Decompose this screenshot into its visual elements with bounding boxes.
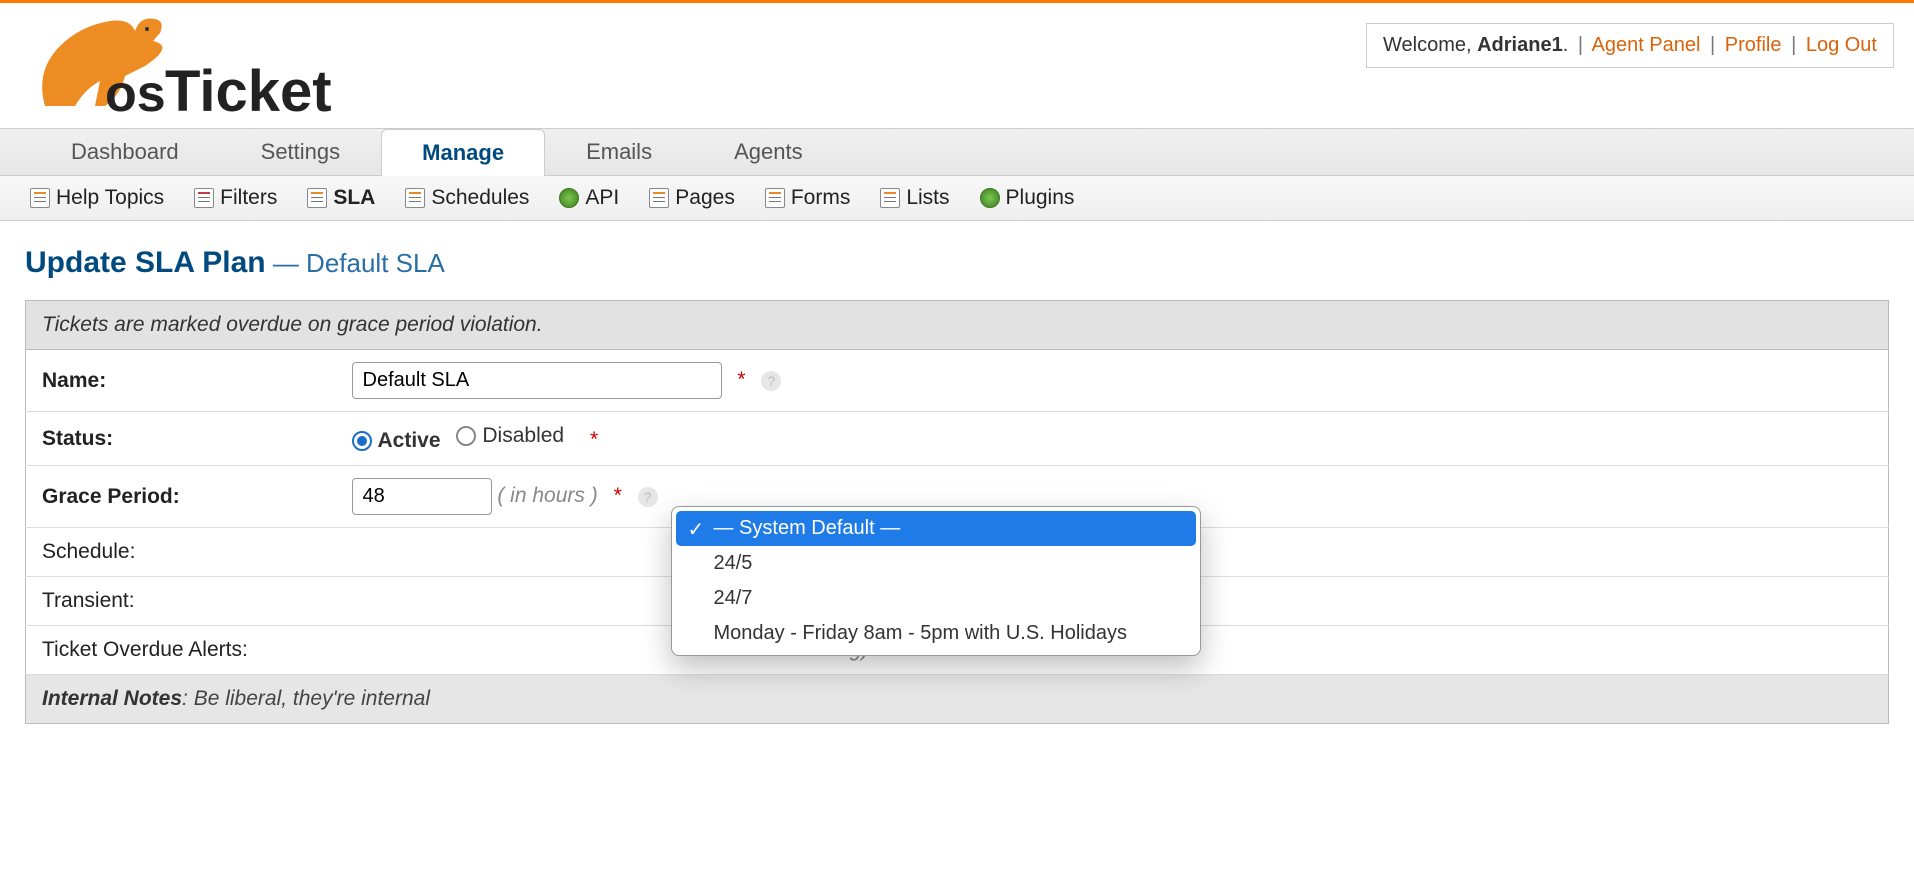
schedule-dropdown[interactable]: — System Default — 24/5 24/7 Monday - Fr… bbox=[671, 506, 1201, 656]
lists-icon bbox=[880, 188, 900, 208]
overdue-label: Ticket Overdue Alerts: bbox=[26, 626, 336, 675]
subnav-api[interactable]: API bbox=[559, 186, 619, 210]
sla-icon bbox=[307, 188, 327, 208]
filter-icon bbox=[194, 188, 214, 208]
header: os Ticket Welcome, Adriane1. | Agent Pan… bbox=[0, 3, 1914, 128]
logout-link[interactable]: Log Out bbox=[1806, 34, 1877, 56]
svg-text:Ticket: Ticket bbox=[165, 59, 332, 121]
name-label: Name: bbox=[26, 350, 336, 412]
schedule-option-mon-fri[interactable]: Monday - Friday 8am - 5pm with U.S. Holi… bbox=[676, 616, 1196, 651]
row-internal-notes-header: Internal Notes: Be liberal, they're inte… bbox=[26, 675, 1889, 724]
section-header: Tickets are marked overdue on grace peri… bbox=[26, 301, 1889, 350]
api-icon bbox=[559, 188, 579, 208]
subnav-help-topics[interactable]: Help Topics bbox=[30, 186, 164, 210]
welcome-text: Welcome, Adriane1. bbox=[1383, 34, 1568, 56]
grace-input[interactable] bbox=[352, 478, 492, 515]
main-nav: Dashboard Settings Manage Emails Agents bbox=[0, 128, 1914, 176]
subnav-schedules[interactable]: Schedules bbox=[405, 186, 529, 210]
plugins-icon bbox=[980, 188, 1000, 208]
status-disabled-radio[interactable]: Disabled bbox=[456, 424, 564, 448]
page-icon bbox=[30, 188, 50, 208]
tab-emails[interactable]: Emails bbox=[545, 128, 693, 175]
tab-dashboard[interactable]: Dashboard bbox=[30, 128, 220, 175]
schedule-option-24-5[interactable]: 24/5 bbox=[676, 546, 1196, 581]
required-asterisk: * bbox=[604, 484, 622, 507]
user-bar: Welcome, Adriane1. | Agent Panel | Profi… bbox=[1366, 23, 1894, 68]
row-name: Name: * ? bbox=[26, 350, 1889, 412]
svg-text:os: os bbox=[105, 65, 166, 121]
tab-agents[interactable]: Agents bbox=[693, 128, 844, 175]
status-label: Status: bbox=[26, 412, 336, 466]
tab-manage[interactable]: Manage bbox=[381, 129, 545, 176]
internal-notes-hint: : Be liberal, they're internal bbox=[182, 687, 430, 710]
logo[interactable]: os Ticket bbox=[25, 11, 345, 126]
required-asterisk: * bbox=[727, 368, 745, 391]
schedule-label: Schedule: bbox=[26, 528, 336, 577]
page-title: Update SLA Plan — Default SLA bbox=[25, 246, 1889, 280]
status-active-radio[interactable]: Active bbox=[352, 429, 441, 453]
subnav-lists[interactable]: Lists bbox=[880, 186, 949, 210]
grace-hint: ( in hours ) bbox=[497, 484, 597, 507]
required-asterisk: * bbox=[580, 428, 598, 451]
row-schedule: Schedule: ? — System Default — 24/5 24/7… bbox=[26, 528, 1889, 577]
transient-label: Transient: bbox=[26, 577, 336, 626]
schedule-icon bbox=[405, 188, 425, 208]
sla-form: Tickets are marked overdue on grace peri… bbox=[25, 300, 1889, 724]
grace-label: Grace Period: bbox=[26, 466, 336, 528]
tab-settings[interactable]: Settings bbox=[220, 128, 382, 175]
help-icon[interactable]: ? bbox=[761, 371, 781, 391]
agent-panel-link[interactable]: Agent Panel bbox=[1591, 34, 1700, 56]
radio-unchecked-icon bbox=[456, 426, 476, 446]
schedule-option-system-default[interactable]: — System Default — bbox=[676, 511, 1196, 546]
radio-checked-icon bbox=[352, 431, 372, 451]
row-status: Status: Active Disabled * bbox=[26, 412, 1889, 466]
subnav-sla[interactable]: SLA bbox=[307, 186, 375, 210]
profile-link[interactable]: Profile bbox=[1725, 34, 1782, 56]
pages-icon bbox=[649, 188, 669, 208]
sub-nav: Help Topics Filters SLA Schedules API Pa… bbox=[0, 176, 1914, 221]
subnav-plugins[interactable]: Plugins bbox=[980, 186, 1075, 210]
subnav-filters[interactable]: Filters bbox=[194, 186, 277, 210]
help-icon[interactable]: ? bbox=[638, 487, 658, 507]
subnav-pages[interactable]: Pages bbox=[649, 186, 735, 210]
internal-notes-label: Internal Notes bbox=[42, 687, 182, 710]
name-input[interactable] bbox=[352, 362, 722, 399]
subnav-forms[interactable]: Forms bbox=[765, 186, 851, 210]
schedule-option-24-7[interactable]: 24/7 bbox=[676, 581, 1196, 616]
content: Update SLA Plan — Default SLA Tickets ar… bbox=[0, 221, 1914, 749]
forms-icon bbox=[765, 188, 785, 208]
